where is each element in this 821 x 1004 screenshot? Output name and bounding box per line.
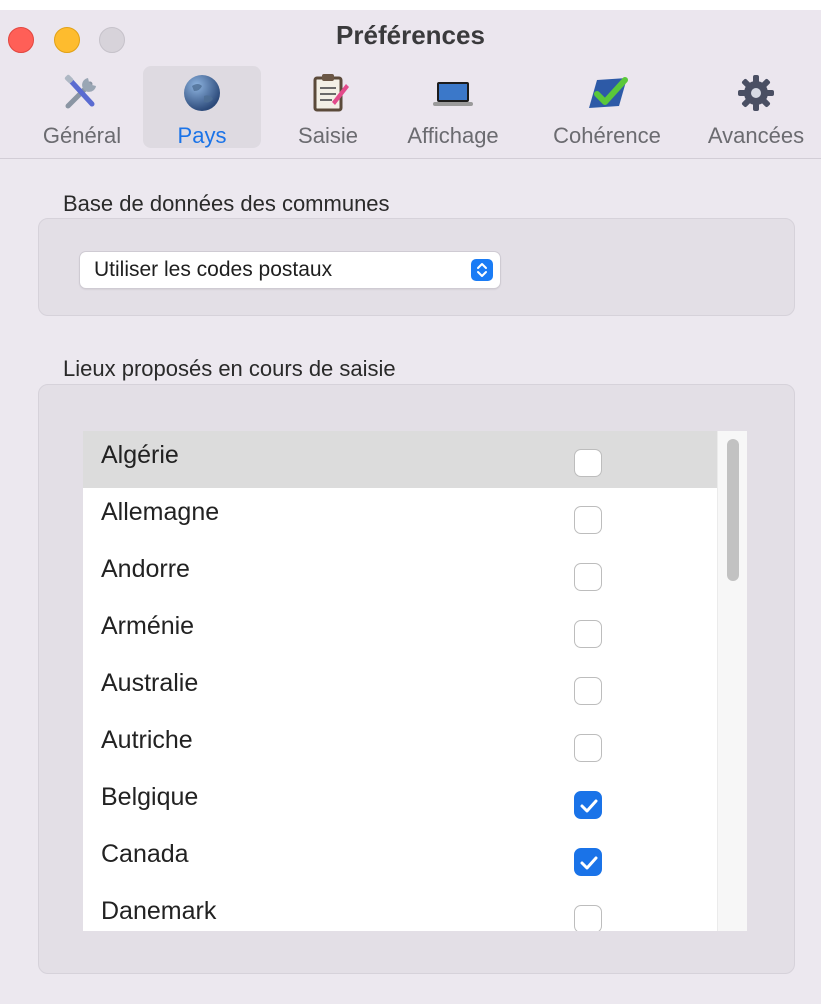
notepad-icon: [313, 74, 349, 112]
tab-pays-label: Pays: [177, 123, 227, 148]
country-checkbox[interactable]: [574, 848, 602, 876]
tab-avancees-label: Avancées: [707, 123, 805, 148]
communes-database-value: Utiliser les codes postaux: [94, 258, 333, 281]
country-checkbox[interactable]: [574, 677, 602, 705]
tab-general[interactable]: Général: [30, 66, 134, 148]
checkmark-icon: [580, 799, 598, 813]
country-checkbox[interactable]: [574, 449, 602, 477]
preferences-window: Préférences Général Pays Saisie Affichag…: [0, 10, 821, 1004]
tab-pays[interactable]: Pays: [143, 66, 261, 148]
list-item[interactable]: Australie: [83, 659, 717, 716]
country-checkbox[interactable]: [574, 905, 602, 931]
laptop-icon: [433, 82, 473, 106]
tab-saisie-label: Saisie: [298, 123, 358, 148]
country-checkbox[interactable]: [574, 620, 602, 648]
checkmark-icon: [580, 856, 598, 870]
list-item[interactable]: Andorre: [83, 545, 717, 602]
list-item[interactable]: Arménie: [83, 602, 717, 659]
places-scrollbar[interactable]: [717, 431, 747, 931]
list-item[interactable]: Algérie: [83, 431, 717, 488]
communes-database-popup[interactable]: Utiliser les codes postaux: [80, 252, 500, 288]
list-item[interactable]: Danemark: [83, 887, 717, 931]
country-name: Allemagne: [101, 498, 220, 526]
list-item[interactable]: Belgique: [83, 773, 717, 830]
country-checkbox[interactable]: [574, 791, 602, 819]
country-name: Australie: [101, 669, 199, 697]
country-name: Algérie: [101, 441, 179, 469]
toolbar: Préférences Général Pays Saisie Affichag…: [0, 10, 821, 159]
country-checkbox[interactable]: [574, 506, 602, 534]
tab-affichage-label: Affichage: [407, 123, 499, 148]
places-section-title: Lieux proposés en cours de saisie: [63, 356, 396, 381]
country-name: Andorre: [101, 555, 190, 583]
tab-affichage[interactable]: Affichage: [393, 66, 513, 148]
tools-icon: [64, 74, 96, 109]
country-name: Arménie: [101, 612, 195, 640]
country-name: Belgique: [101, 783, 199, 811]
list-item[interactable]: Canada: [83, 830, 717, 887]
scrollbar-thumb[interactable]: [727, 439, 739, 581]
window-title: Préférences: [336, 20, 485, 50]
database-section-title: Base de données des communes: [63, 191, 390, 216]
country-checkbox[interactable]: [574, 563, 602, 591]
tab-avancees[interactable]: Avancées: [698, 66, 814, 148]
tab-general-label: Général: [42, 123, 122, 148]
gear-icon: [738, 75, 774, 111]
country-name: Canada: [101, 840, 189, 868]
tab-coherence[interactable]: Cohérence: [540, 66, 674, 148]
list-item[interactable]: Allemagne: [83, 488, 717, 545]
country-checkbox[interactable]: [574, 734, 602, 762]
places-list[interactable]: Algérie Allemagne Andorre Arménie Australie A…: [83, 431, 747, 931]
tab-saisie[interactable]: Saisie: [280, 66, 376, 148]
country-name: Autriche: [101, 726, 193, 754]
globe-icon: [184, 75, 220, 111]
list-item[interactable]: Autriche: [83, 716, 717, 773]
tab-coherence-label: Cohérence: [553, 123, 661, 148]
popup-arrows-icon: [471, 259, 493, 281]
country-name: Danemark: [101, 897, 217, 925]
checkmark-icon: [589, 77, 628, 108]
